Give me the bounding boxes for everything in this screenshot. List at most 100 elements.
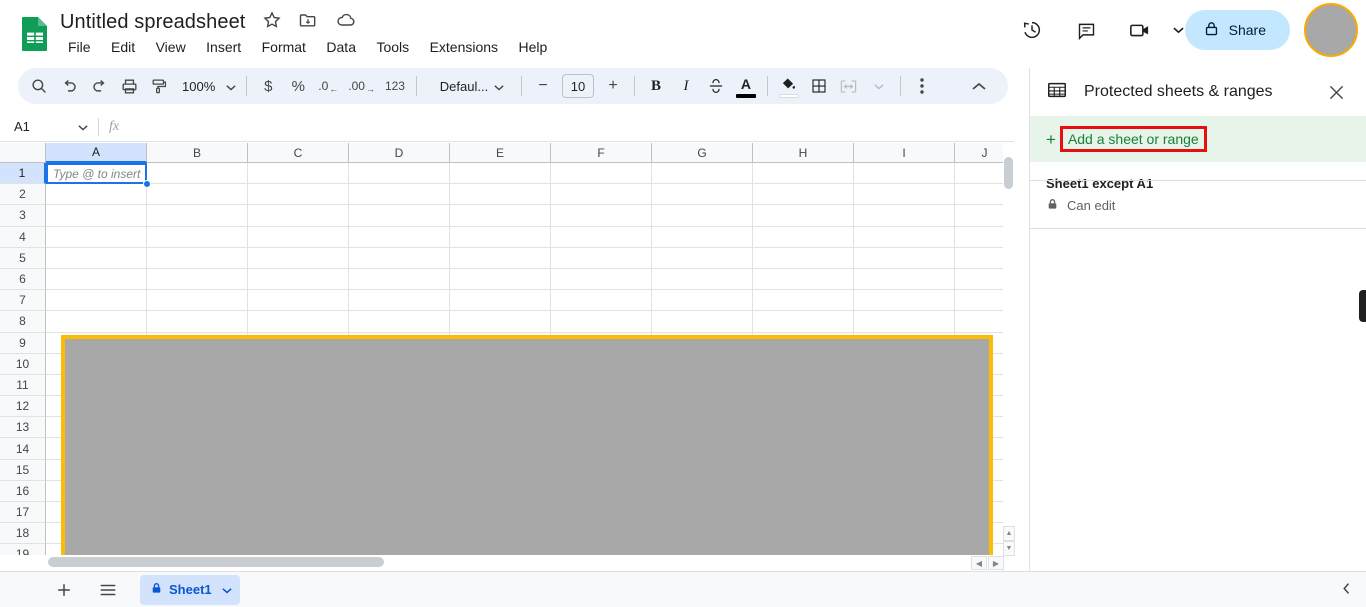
cell-C1[interactable] bbox=[248, 163, 349, 185]
zoom-control[interactable]: 100% bbox=[174, 71, 240, 101]
row-header-1[interactable]: 1 bbox=[0, 163, 46, 185]
menu-view[interactable]: View bbox=[148, 36, 194, 58]
cell-F2[interactable] bbox=[551, 184, 652, 206]
cell-B2[interactable] bbox=[147, 184, 248, 206]
scroll-left-button[interactable]: ◀ bbox=[971, 556, 987, 570]
vertical-scrollbar[interactable] bbox=[1003, 143, 1014, 533]
cell-I7[interactable] bbox=[854, 290, 955, 312]
increase-font-size-button[interactable]: + bbox=[598, 71, 628, 101]
horizontal-scrollbar-thumb[interactable] bbox=[48, 557, 384, 567]
cell-F5[interactable] bbox=[551, 247, 652, 269]
name-box[interactable]: A1 bbox=[0, 119, 96, 134]
cell-D6[interactable] bbox=[349, 268, 450, 291]
cell-I6[interactable] bbox=[854, 268, 955, 291]
column-header-h[interactable]: H bbox=[753, 143, 854, 163]
cell-E6[interactable] bbox=[450, 268, 551, 291]
fill-handle[interactable] bbox=[143, 180, 151, 188]
sheet-tab-sheet1[interactable]: Sheet1 bbox=[140, 574, 240, 605]
menu-format[interactable]: Format bbox=[254, 36, 314, 58]
menu-data[interactable]: Data bbox=[318, 36, 364, 58]
cell-H4[interactable] bbox=[753, 226, 854, 248]
move-to-folder-icon[interactable] bbox=[298, 10, 322, 34]
decrease-decimal-button[interactable]: .0 ← bbox=[313, 71, 343, 101]
cell-D7[interactable] bbox=[349, 290, 450, 312]
all-sheets-menu-icon[interactable] bbox=[92, 574, 124, 606]
cell-A2[interactable] bbox=[46, 184, 147, 206]
cell-F1[interactable] bbox=[551, 163, 652, 185]
cell-G4[interactable] bbox=[652, 226, 753, 248]
row-header-18[interactable]: 18 bbox=[0, 523, 46, 545]
row-header-8[interactable]: 8 bbox=[0, 311, 46, 333]
collapse-panel-button[interactable] bbox=[1341, 572, 1352, 607]
cell-F8[interactable] bbox=[551, 311, 652, 333]
redo-icon[interactable] bbox=[84, 71, 114, 101]
cell-E5[interactable] bbox=[450, 247, 551, 269]
cell-G6[interactable] bbox=[652, 268, 753, 291]
cell-D2[interactable] bbox=[349, 184, 450, 206]
cell-G5[interactable] bbox=[652, 247, 753, 269]
cell-A3[interactable] bbox=[46, 205, 147, 227]
active-cell-editor[interactable]: Type @ to insert bbox=[46, 163, 147, 184]
comment-icon[interactable] bbox=[1066, 10, 1106, 50]
page-title[interactable]: Untitled spreadsheet bbox=[60, 8, 245, 36]
strikethrough-icon[interactable] bbox=[701, 71, 731, 101]
column-header-d[interactable]: D bbox=[349, 143, 450, 163]
row-header-3[interactable]: 3 bbox=[0, 205, 46, 227]
cell-C7[interactable] bbox=[248, 290, 349, 312]
cell-G1[interactable] bbox=[652, 163, 753, 185]
cell-D3[interactable] bbox=[349, 205, 450, 227]
cell-G3[interactable] bbox=[652, 205, 753, 227]
cell-C4[interactable] bbox=[248, 226, 349, 248]
column-header-i[interactable]: I bbox=[854, 143, 955, 163]
font-size-input[interactable]: 10 bbox=[561, 74, 594, 98]
row-header-15[interactable]: 15 bbox=[0, 459, 46, 481]
cell-G2[interactable] bbox=[652, 184, 753, 206]
row-header-5[interactable]: 5 bbox=[0, 247, 46, 269]
cell-H6[interactable] bbox=[753, 268, 854, 291]
search-icon[interactable] bbox=[24, 71, 54, 101]
column-header-a[interactable]: A bbox=[46, 143, 147, 163]
cell-H3[interactable] bbox=[753, 205, 854, 227]
cell-I3[interactable] bbox=[854, 205, 955, 227]
bold-button[interactable]: B bbox=[641, 71, 671, 101]
cell-E1[interactable] bbox=[450, 163, 551, 185]
cell-D8[interactable] bbox=[349, 311, 450, 333]
cell-E3[interactable] bbox=[450, 205, 551, 227]
cell-I2[interactable] bbox=[854, 184, 955, 206]
chevron-down-icon[interactable] bbox=[221, 582, 232, 597]
cell-I4[interactable] bbox=[854, 226, 955, 248]
column-header-c[interactable]: C bbox=[248, 143, 349, 163]
row-header-19[interactable]: 19 bbox=[0, 544, 46, 555]
cell-B7[interactable] bbox=[147, 290, 248, 312]
close-icon[interactable] bbox=[1322, 78, 1350, 106]
column-header-e[interactable]: E bbox=[450, 143, 551, 163]
protected-range-item[interactable]: Sheet1 except A1 Can edit bbox=[1030, 162, 1366, 229]
undo-icon[interactable] bbox=[54, 71, 84, 101]
column-header-b[interactable]: B bbox=[147, 143, 248, 163]
borders-icon[interactable] bbox=[804, 71, 834, 101]
add-sheet-or-range-button[interactable]: + Add a sheet or range bbox=[1030, 116, 1366, 162]
font-family-selector[interactable]: Defaul... bbox=[423, 71, 515, 101]
row-header-13[interactable]: 13 bbox=[0, 417, 46, 439]
select-all-corner[interactable] bbox=[0, 143, 46, 163]
cell-F4[interactable] bbox=[551, 226, 652, 248]
more-formats-button[interactable]: 123 bbox=[380, 71, 410, 101]
scroll-up-button[interactable]: ▲ bbox=[1003, 526, 1015, 541]
scroll-right-button[interactable]: ▶ bbox=[988, 556, 1004, 570]
cell-H1[interactable] bbox=[753, 163, 854, 185]
text-color-button[interactable]: A bbox=[731, 71, 761, 101]
cell-B3[interactable] bbox=[147, 205, 248, 227]
column-header-g[interactable]: G bbox=[652, 143, 753, 163]
formula-input[interactable] bbox=[119, 112, 1014, 141]
cell-I1[interactable] bbox=[854, 163, 955, 185]
print-icon[interactable] bbox=[114, 71, 144, 101]
menu-tools[interactable]: Tools bbox=[368, 36, 417, 58]
cell-A8[interactable] bbox=[46, 311, 147, 333]
star-icon[interactable] bbox=[262, 10, 286, 34]
row-header-6[interactable]: 6 bbox=[0, 268, 46, 291]
cloud-saved-icon[interactable] bbox=[335, 10, 359, 34]
version-history-icon[interactable] bbox=[1012, 10, 1052, 50]
cell-A7[interactable] bbox=[46, 290, 147, 312]
cell-B1[interactable] bbox=[147, 163, 248, 185]
menu-help[interactable]: Help bbox=[511, 36, 556, 58]
